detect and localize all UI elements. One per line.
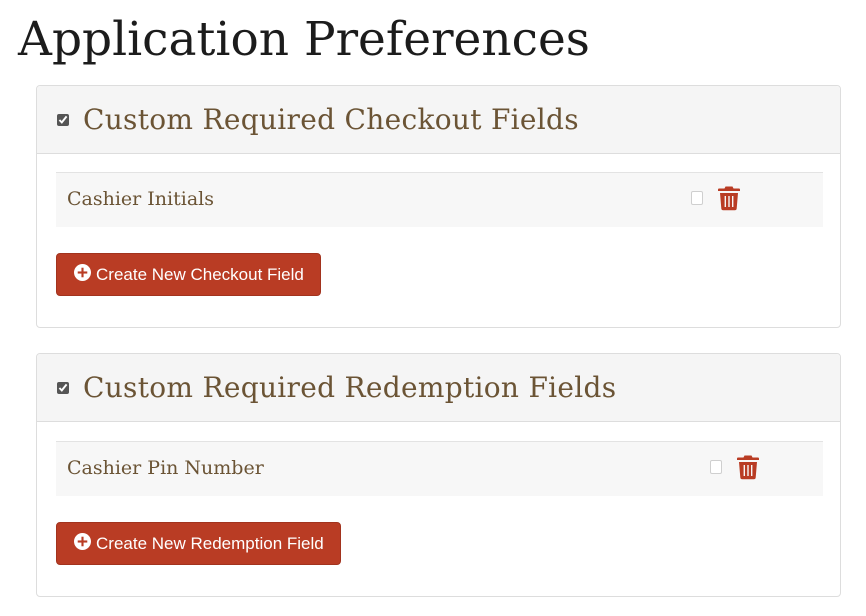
checkout-fields-panel: Custom Required Checkout Fields Cashier … — [36, 85, 841, 328]
trash-icon[interactable] — [736, 454, 760, 480]
trash-icon[interactable] — [717, 185, 741, 211]
redemption-field-label: Cashier Pin Number — [67, 457, 264, 479]
checkout-fields-panel-heading: Custom Required Checkout Fields — [37, 86, 840, 154]
create-redemption-field-button[interactable]: Create New Redemption Field — [56, 522, 341, 565]
checkout-field-row: Cashier Initials — [56, 172, 823, 227]
redemption-fields-panel-title: Custom Required Redemption Fields — [83, 371, 617, 404]
checkout-field-checkbox[interactable] — [691, 191, 703, 205]
plus-circle-icon — [74, 533, 91, 550]
redemption-fields-panel: Custom Required Redemption Fields Cashie… — [36, 353, 841, 597]
create-checkout-field-button[interactable]: Create New Checkout Field — [56, 253, 321, 296]
redemption-fields-panel-heading: Custom Required Redemption Fields — [37, 354, 840, 422]
plus-circle-icon — [74, 264, 91, 281]
page-title: Application Preferences — [18, 12, 590, 67]
create-redemption-field-label: Create New Redemption Field — [96, 533, 324, 553]
create-checkout-field-label: Create New Checkout Field — [96, 264, 304, 284]
checkout-field-label: Cashier Initials — [67, 188, 214, 210]
checkout-fields-panel-title: Custom Required Checkout Fields — [83, 103, 579, 136]
checkout-fields-enabled-checkbox[interactable] — [57, 113, 69, 126]
redemption-fields-enabled-checkbox[interactable] — [57, 381, 69, 394]
redemption-field-checkbox[interactable] — [710, 460, 722, 474]
redemption-field-row: Cashier Pin Number — [56, 441, 823, 496]
